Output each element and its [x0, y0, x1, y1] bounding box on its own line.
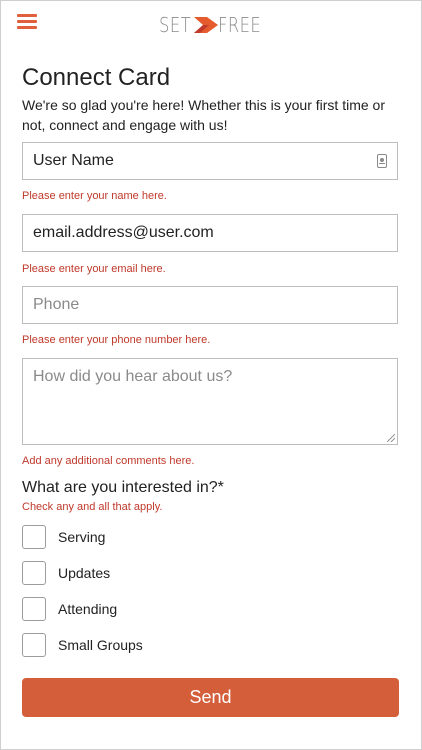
name-field-wrapper: [22, 142, 398, 180]
contact-card-icon[interactable]: [377, 154, 387, 168]
logo-word-set: SET: [159, 13, 192, 37]
checkbox[interactable]: [22, 561, 46, 585]
comments-help-text: Add any additional comments here.: [22, 455, 195, 467]
page-title: Connect Card: [22, 64, 171, 91]
name-input[interactable]: [23, 143, 397, 179]
interest-option-small-groups[interactable]: Small Groups: [22, 632, 143, 658]
interests-question: What are you interested in?*: [22, 479, 224, 496]
checkbox-label: Attending: [58, 601, 118, 617]
interest-option-serving[interactable]: Serving: [22, 524, 105, 550]
email-field-wrapper: [22, 214, 398, 252]
checkbox-label: Updates: [58, 565, 111, 581]
logo-word-free: FREE: [218, 13, 262, 37]
send-button[interactable]: Send: [22, 678, 399, 717]
set-free-logo: SET FREE: [159, 13, 271, 37]
interest-option-updates[interactable]: Updates: [22, 560, 110, 586]
resize-handle-icon[interactable]: [387, 434, 395, 442]
intro-text: We're so glad you're here! Whether this …: [22, 97, 386, 133]
phone-input[interactable]: [23, 287, 397, 323]
comments-textarea[interactable]: [23, 359, 397, 444]
comments-field-wrapper: [22, 358, 398, 445]
interests-subtext: Check any and all that apply.: [22, 501, 163, 513]
form-header: Connect Card We're so glad you're here! …: [22, 63, 400, 135]
hamburger-menu-icon[interactable]: [17, 13, 37, 31]
email-help-text: Please enter your email here.: [22, 263, 166, 275]
checkbox[interactable]: [22, 597, 46, 621]
header-bar: SET FREE: [1, 1, 421, 49]
interest-option-attending[interactable]: Attending: [22, 596, 117, 622]
logo-arrow-icon: [194, 17, 219, 33]
app-screen: SET FREE Connect Card We're so glad you'…: [0, 0, 422, 750]
checkbox-label: Serving: [58, 529, 106, 545]
name-help-text: Please enter your name here.: [22, 190, 167, 202]
email-input[interactable]: [23, 215, 397, 251]
checkbox-label: Small Groups: [58, 637, 143, 653]
phone-field-wrapper: [22, 286, 398, 324]
checkbox[interactable]: [22, 525, 46, 549]
checkbox[interactable]: [22, 633, 46, 657]
phone-help-text: Please enter your phone number here.: [22, 334, 211, 346]
